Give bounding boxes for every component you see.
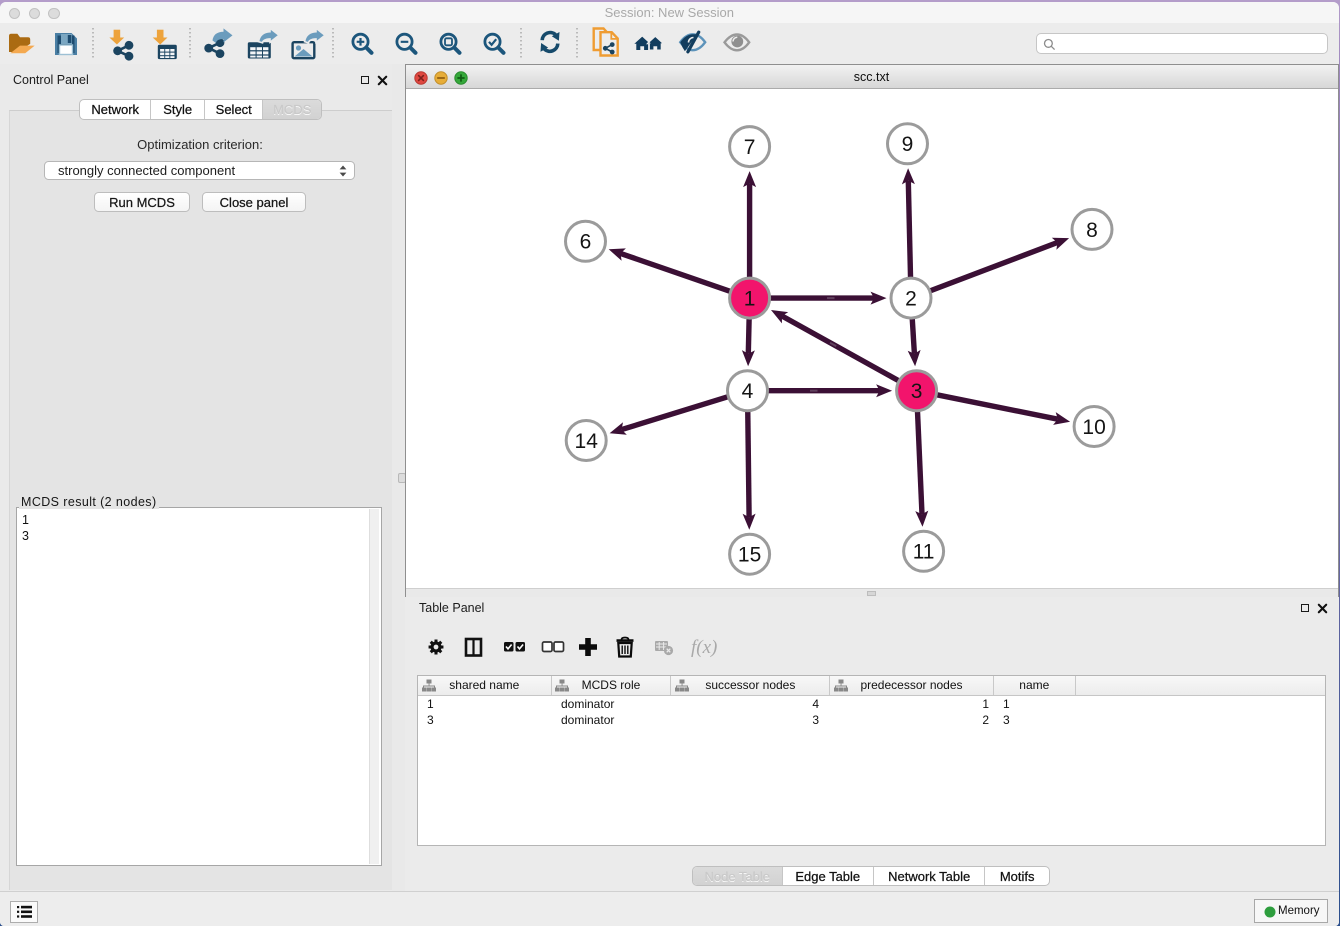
svg-text:f(x): f(x) (691, 637, 717, 658)
svg-text:9: 9 (902, 133, 914, 156)
svg-text:3: 3 (911, 380, 923, 403)
svg-text:2: 2 (905, 288, 917, 311)
svg-text:14: 14 (575, 430, 599, 453)
svg-text:4: 4 (742, 380, 754, 403)
svg-text:6: 6 (580, 231, 592, 254)
svg-text:15: 15 (738, 544, 761, 567)
svg-text:8: 8 (1086, 219, 1098, 242)
svg-text:11: 11 (913, 541, 935, 564)
svg-text:7: 7 (744, 136, 756, 159)
svg-text:1: 1 (744, 288, 756, 311)
svg-text:10: 10 (1082, 416, 1105, 439)
